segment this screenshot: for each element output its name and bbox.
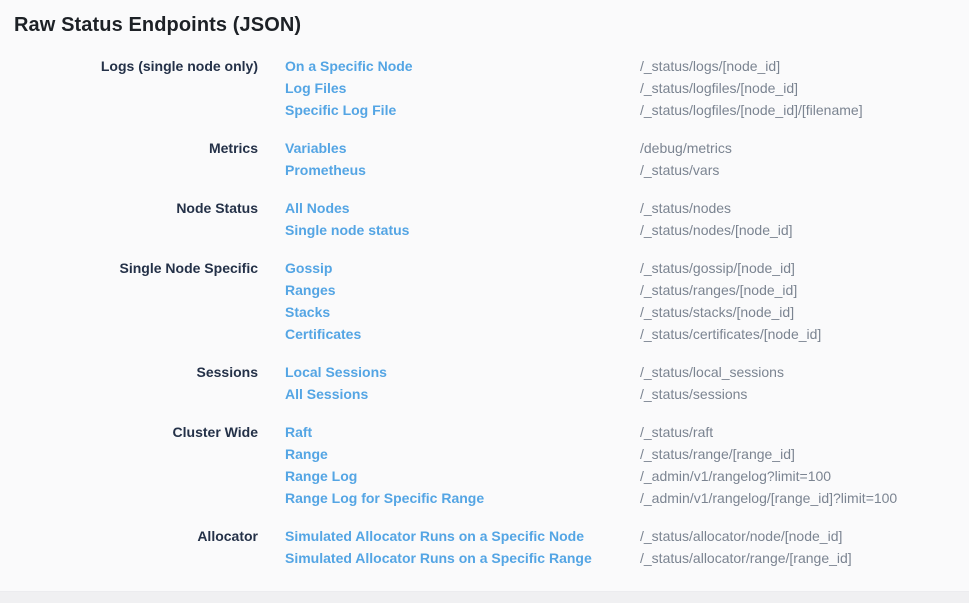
endpoint-row: Raft /_status/raft — [285, 421, 969, 443]
endpoint-row: Log Files /_status/logfiles/[node_id] — [285, 77, 969, 99]
group-category-label: Allocator — [0, 525, 258, 547]
endpoint-link-variables[interactable]: Variables — [285, 140, 640, 156]
endpoint-link-gossip[interactable]: Gossip — [285, 260, 640, 276]
group-category-label: Cluster Wide — [0, 421, 258, 443]
endpoint-row: Certificates /_status/certificates/[node… — [285, 323, 969, 345]
endpoint-link-simulated-allocator-range[interactable]: Simulated Allocator Runs on a Specific R… — [285, 550, 640, 566]
endpoint-path: /_status/sessions — [640, 386, 747, 402]
endpoint-path: /_status/nodes/[node_id] — [640, 222, 793, 238]
group-category-label: Single Node Specific — [0, 257, 258, 279]
endpoint-link-range-log[interactable]: Range Log — [285, 468, 640, 484]
endpoint-row: Simulated Allocator Runs on a Specific N… — [285, 525, 969, 547]
page-title: Raw Status Endpoints (JSON) — [0, 0, 969, 38]
raw-status-endpoints-page: Raw Status Endpoints (JSON) Logs (single… — [0, 0, 969, 603]
endpoint-row: All Nodes /_status/nodes — [285, 197, 969, 219]
footer-strip — [0, 591, 969, 603]
endpoint-link-all-sessions[interactable]: All Sessions — [285, 386, 640, 402]
endpoint-table: Logs (single node only) On a Specific No… — [0, 55, 969, 569]
endpoint-row: Gossip /_status/gossip/[node_id] — [285, 257, 969, 279]
endpoint-path: /_status/allocator/node/[node_id] — [640, 528, 842, 544]
endpoint-link-all-nodes[interactable]: All Nodes — [285, 200, 640, 216]
endpoint-row: Specific Log File /_status/logfiles/[nod… — [285, 99, 969, 121]
endpoint-row: Stacks /_status/stacks/[node_id] — [285, 301, 969, 323]
endpoint-group-single-node-specific: Single Node Specific Gossip /_status/gos… — [0, 257, 969, 345]
endpoint-path: /_admin/v1/rangelog/[range_id]?limit=100 — [640, 490, 897, 506]
endpoint-path: /_status/stacks/[node_id] — [640, 304, 794, 320]
endpoint-path: /_status/local_sessions — [640, 364, 784, 380]
endpoint-path: /_status/logfiles/[node_id]/[filename] — [640, 102, 863, 118]
endpoint-group-allocator: Allocator Simulated Allocator Runs on a … — [0, 525, 969, 569]
group-category-label: Metrics — [0, 137, 258, 159]
endpoint-link-range-log-specific-range[interactable]: Range Log for Specific Range — [285, 490, 640, 506]
endpoint-row: Range Log /_admin/v1/rangelog?limit=100 — [285, 465, 969, 487]
endpoint-row: All Sessions /_status/sessions — [285, 383, 969, 405]
endpoint-group-logs: Logs (single node only) On a Specific No… — [0, 55, 969, 121]
endpoint-link-ranges[interactable]: Ranges — [285, 282, 640, 298]
endpoint-link-stacks[interactable]: Stacks — [285, 304, 640, 320]
endpoint-link-prometheus[interactable]: Prometheus — [285, 162, 640, 178]
endpoint-path: /_status/vars — [640, 162, 719, 178]
endpoint-group-sessions: Sessions Local Sessions /_status/local_s… — [0, 361, 969, 405]
endpoint-link-certificates[interactable]: Certificates — [285, 326, 640, 342]
endpoint-link-on-a-specific-node[interactable]: On a Specific Node — [285, 58, 640, 74]
endpoint-row: Ranges /_status/ranges/[node_id] — [285, 279, 969, 301]
endpoint-row: Range Log for Specific Range /_admin/v1/… — [285, 487, 969, 509]
endpoint-path: /_status/allocator/range/[range_id] — [640, 550, 852, 566]
endpoint-group-metrics: Metrics Variables /debug/metrics Prometh… — [0, 137, 969, 181]
endpoint-row: Range /_status/range/[range_id] — [285, 443, 969, 465]
endpoint-row: On a Specific Node /_status/logs/[node_i… — [285, 55, 969, 77]
endpoint-path: /_status/range/[range_id] — [640, 446, 795, 462]
endpoint-row: Simulated Allocator Runs on a Specific R… — [285, 547, 969, 569]
endpoint-row: Single node status /_status/nodes/[node_… — [285, 219, 969, 241]
endpoint-path: /_status/nodes — [640, 200, 731, 216]
endpoint-path: /_status/gossip/[node_id] — [640, 260, 795, 276]
endpoint-link-single-node-status[interactable]: Single node status — [285, 222, 640, 238]
endpoint-link-range[interactable]: Range — [285, 446, 640, 462]
endpoint-link-log-files[interactable]: Log Files — [285, 80, 640, 96]
endpoint-row: Variables /debug/metrics — [285, 137, 969, 159]
group-category-label: Node Status — [0, 197, 258, 219]
endpoint-row: Local Sessions /_status/local_sessions — [285, 361, 969, 383]
group-category-label: Sessions — [0, 361, 258, 383]
endpoint-path: /_status/logfiles/[node_id] — [640, 80, 798, 96]
endpoint-path: /_admin/v1/rangelog?limit=100 — [640, 468, 831, 484]
endpoint-path: /debug/metrics — [640, 140, 732, 156]
endpoint-path: /_status/logs/[node_id] — [640, 58, 780, 74]
endpoint-path: /_status/ranges/[node_id] — [640, 282, 797, 298]
endpoint-path: /_status/raft — [640, 424, 713, 440]
endpoint-group-node-status: Node Status All Nodes /_status/nodes Sin… — [0, 197, 969, 241]
endpoint-path: /_status/certificates/[node_id] — [640, 326, 821, 342]
endpoint-link-local-sessions[interactable]: Local Sessions — [285, 364, 640, 380]
endpoint-link-raft[interactable]: Raft — [285, 424, 640, 440]
endpoint-link-specific-log-file[interactable]: Specific Log File — [285, 102, 640, 118]
endpoint-link-simulated-allocator-node[interactable]: Simulated Allocator Runs on a Specific N… — [285, 528, 640, 544]
group-category-label: Logs (single node only) — [0, 55, 258, 77]
endpoint-row: Prometheus /_status/vars — [285, 159, 969, 181]
endpoint-group-cluster-wide: Cluster Wide Raft /_status/raft Range /_… — [0, 421, 969, 509]
